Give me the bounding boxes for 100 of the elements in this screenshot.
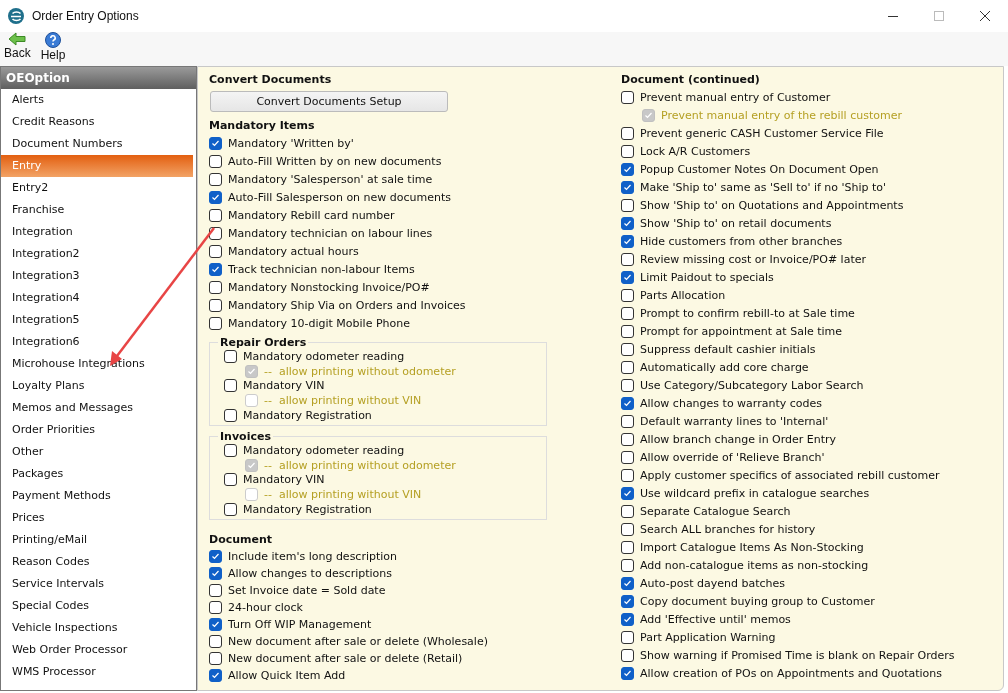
checkbox-label: Mandatory odometer reading (243, 349, 405, 363)
checkbox[interactable] (621, 162, 634, 176)
back-button[interactable]: Back (2, 32, 33, 66)
sidebar-item[interactable]: Franchise (1, 199, 193, 221)
checkbox[interactable] (209, 651, 222, 665)
checkbox[interactable] (621, 126, 634, 140)
checkbox[interactable] (209, 208, 222, 222)
checkbox[interactable] (621, 486, 634, 500)
checkbox[interactable] (224, 473, 237, 487)
checkbox[interactable] (621, 450, 634, 464)
sidebar-item[interactable]: Integration5 (1, 309, 193, 331)
checkbox[interactable] (621, 90, 634, 104)
app-logo-icon (8, 8, 24, 24)
checkbox-label: Show 'Ship to' on Quotations and Appointments (640, 198, 904, 212)
checkbox[interactable] (621, 216, 634, 230)
sidebar-item[interactable]: Alerts (1, 89, 193, 111)
sidebar-item[interactable]: Microhouse Integrations (1, 353, 193, 375)
checkbox[interactable] (209, 172, 222, 186)
checkbox-label: Apply customer specifics of associated rebill customer (640, 468, 940, 482)
sidebar-item[interactable]: Integration3 (1, 265, 193, 287)
checkbox[interactable] (621, 612, 634, 626)
help-button[interactable]: Help (38, 32, 68, 66)
sidebar-item[interactable]: Reason Codes (1, 551, 193, 573)
checkbox[interactable] (621, 198, 634, 212)
checkbox[interactable] (209, 280, 222, 294)
checkbox[interactable] (621, 306, 634, 320)
checkbox[interactable] (224, 409, 237, 423)
checkbox-label: Mandatory technician on labour lines (228, 226, 433, 240)
checkbox[interactable] (621, 270, 634, 284)
checkbox[interactable] (209, 566, 222, 580)
sidebar-item[interactable]: Order Priorities (1, 419, 193, 441)
checkbox[interactable] (621, 504, 634, 518)
checkbox[interactable] (621, 468, 634, 482)
sidebar-item[interactable]: Service Intervals (1, 573, 193, 595)
sidebar-item[interactable]: Printing/eMail (1, 529, 193, 551)
checkbox[interactable] (621, 648, 634, 662)
checkbox[interactable] (621, 666, 634, 680)
convert-documents-setup-button[interactable]: Convert Documents Setup (210, 91, 448, 112)
section-heading: Convert Documents (209, 72, 333, 88)
sidebar-item[interactable]: Prices (1, 507, 193, 529)
checkbox[interactable] (621, 324, 634, 338)
checkbox[interactable] (209, 316, 222, 330)
sidebar-item[interactable]: Integration4 (1, 287, 193, 309)
checkbox[interactable] (621, 540, 634, 554)
checkbox[interactable] (621, 414, 634, 428)
checkbox[interactable] (621, 144, 634, 158)
checkbox[interactable] (621, 360, 634, 374)
checkbox[interactable] (621, 396, 634, 410)
checkbox[interactable] (621, 378, 634, 392)
checkbox[interactable] (209, 634, 222, 648)
checkbox-label: Review missing cost or Invoice/PO# later (640, 252, 866, 266)
checkbox[interactable] (621, 522, 634, 536)
checkbox[interactable] (209, 190, 222, 204)
sidebar-item[interactable]: Entry2 (1, 177, 193, 199)
checkbox[interactable] (224, 443, 237, 457)
checkbox[interactable] (209, 262, 222, 276)
sidebar-item[interactable]: Vehicle Inspections (1, 617, 193, 639)
sidebar-item[interactable]: Integration (1, 221, 193, 243)
checkbox[interactable] (621, 234, 634, 248)
checkbox[interactable] (621, 342, 634, 356)
checkbox[interactable] (209, 549, 222, 563)
checkbox[interactable] (224, 503, 237, 517)
checkbox[interactable] (224, 379, 237, 393)
checkmark-icon (211, 670, 220, 680)
sidebar-item[interactable]: Memos and Messages (1, 397, 193, 419)
checkbox[interactable] (621, 630, 634, 644)
checkbox[interactable] (621, 594, 634, 608)
checkbox[interactable] (621, 558, 634, 572)
sidebar-item[interactable]: WMS Processor (1, 661, 193, 683)
checkmark-icon (247, 366, 256, 376)
sidebar-item[interactable]: Integration6 (1, 331, 193, 353)
checkbox[interactable] (209, 583, 222, 597)
sidebar-item[interactable]: Loyalty Plans (1, 375, 193, 397)
checkbox[interactable] (209, 136, 222, 150)
sidebar-item[interactable]: Special Codes (1, 595, 193, 617)
checkbox[interactable] (621, 576, 634, 590)
checkbox[interactable] (209, 617, 222, 631)
checkbox-label: -- allow printing without VIN (264, 488, 422, 502)
checkbox-label: Copy document buying group to Customer (640, 594, 875, 608)
checkbox-label: Mandatory VIN (243, 473, 325, 487)
sidebar-item[interactable]: Document Numbers (1, 133, 193, 155)
checkbox[interactable] (621, 432, 634, 446)
checkbox-label: Mandatory VIN (243, 379, 325, 393)
checkbox[interactable] (621, 288, 634, 302)
checkbox[interactable] (209, 668, 222, 682)
checkbox[interactable] (209, 298, 222, 312)
checkbox[interactable] (224, 349, 237, 363)
sidebar-item[interactable]: Packages (1, 463, 193, 485)
sidebar-item[interactable]: Integration2 (1, 243, 193, 265)
sidebar-item[interactable]: Web Order Processor (1, 639, 193, 661)
sidebar-item[interactable]: Credit Reasons (1, 111, 193, 133)
sidebar-item[interactable]: Payment Methods (1, 485, 193, 507)
checkbox[interactable] (621, 180, 634, 194)
sidebar-item[interactable]: Other (1, 441, 193, 463)
close-icon (980, 11, 990, 21)
checkbox-label: Add 'Effective until' memos (640, 612, 791, 626)
checkbox[interactable] (209, 600, 222, 614)
checkbox[interactable] (209, 244, 222, 258)
checkbox[interactable] (621, 252, 634, 266)
checkbox[interactable] (209, 154, 222, 168)
